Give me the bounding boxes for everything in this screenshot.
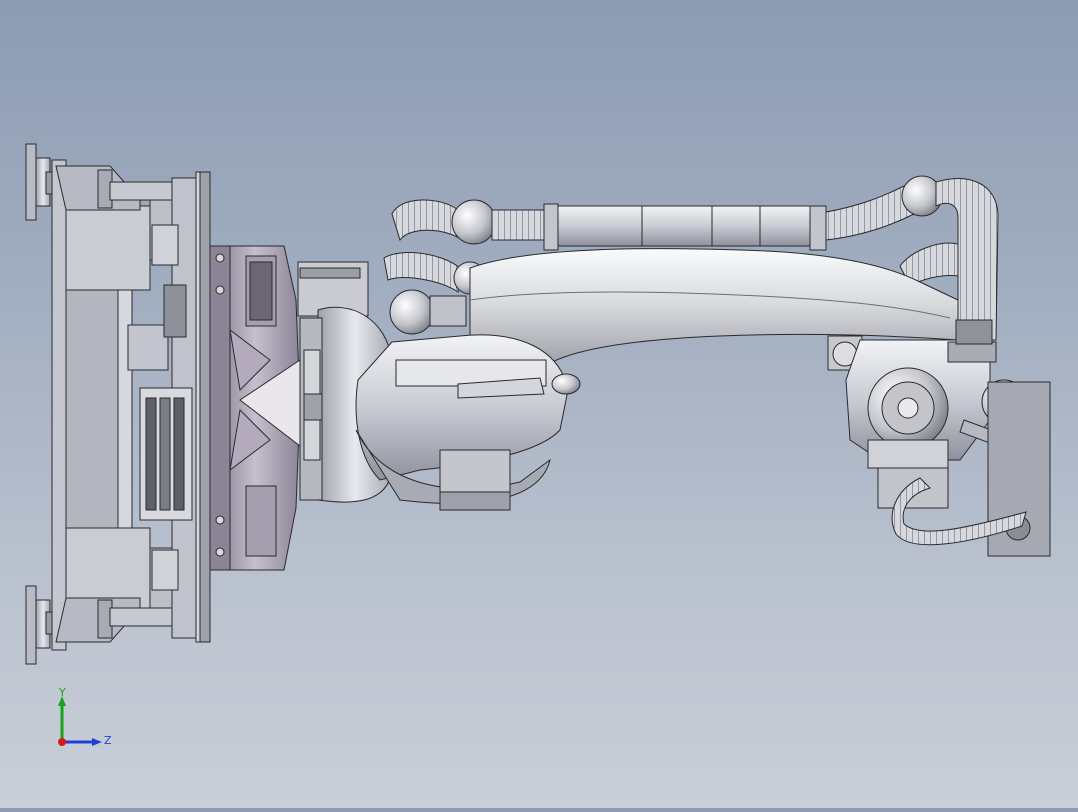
base-mount-frame[interactable] — [25, 143, 211, 665]
z-axis-arrow — [92, 738, 102, 746]
cad-viewport[interactable]: Y Z — [0, 0, 1078, 808]
x-axis-dot — [58, 738, 66, 746]
orientation-triad: Y Z — [58, 686, 112, 747]
robot-arm-model[interactable] — [0, 0, 1078, 808]
rotary-flange[interactable] — [209, 245, 301, 571]
y-axis-label: Y — [58, 686, 66, 699]
z-axis-label: Z — [104, 734, 112, 747]
